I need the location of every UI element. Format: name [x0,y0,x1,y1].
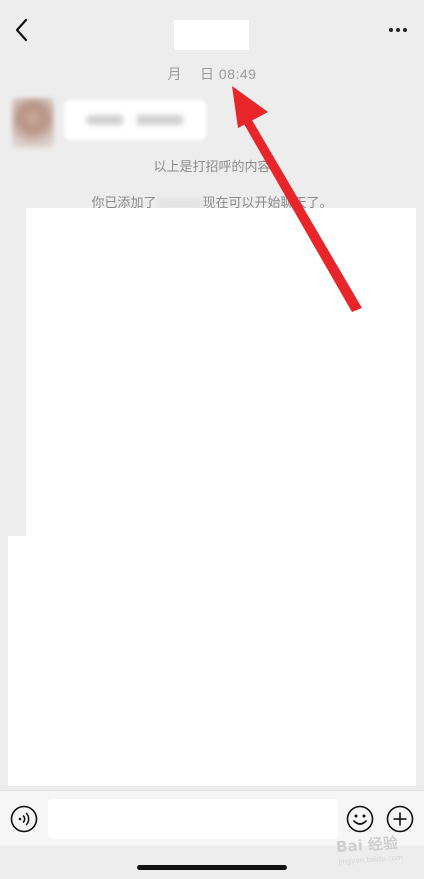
timestamp-month: 月 [167,66,183,82]
more-dots-icon [389,28,393,32]
baidu-watermark: Bai 经验 jingyan.baidu.com [335,833,404,867]
chat-title [174,20,249,50]
message-timestamp: 月 日 08:49 [0,64,424,84]
contact-avatar[interactable] [12,98,54,148]
voice-icon [10,805,38,833]
emoji-button[interactable] [346,805,374,833]
chevron-left-icon [15,18,28,42]
back-button[interactable] [8,12,38,46]
voice-button[interactable] [10,805,38,833]
plus-icon [386,805,414,833]
redacted-area-lower [8,536,416,786]
timestamp-day-time: 日 08:49 [200,66,257,82]
message-text-input[interactable] [48,799,338,839]
blurred-message-text [86,115,184,125]
chat-screen: 月日 08:49 以上是打招呼的内容 你已添加了 现在可以开始聊天了。 Bai … [0,0,424,879]
emoji-icon [346,805,374,833]
greeting-message-bubble[interactable] [64,100,206,140]
system-notice-greeting: 以上是打招呼的内容 [153,159,271,174]
more-button[interactable] [384,16,412,44]
home-indicator [137,865,287,870]
plus-button[interactable] [386,805,414,833]
redacted-area-upper [26,208,416,538]
top-nav-bar [0,0,424,54]
